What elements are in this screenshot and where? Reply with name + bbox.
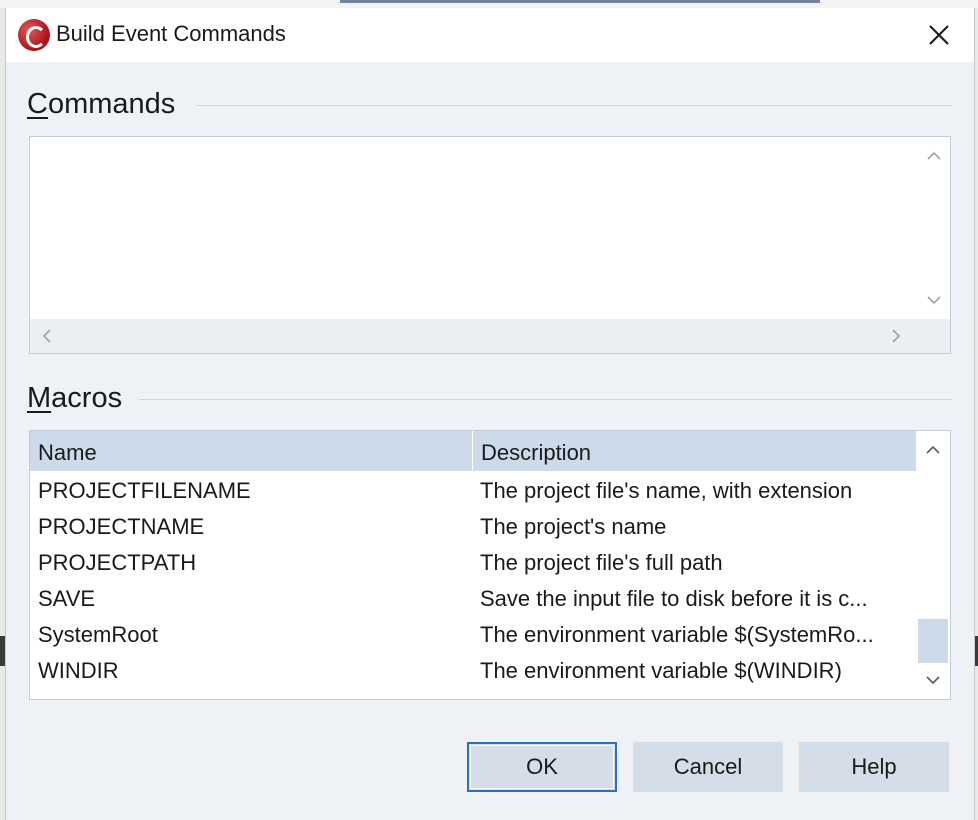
macro-name: SAVE [38,586,96,611]
scroll-down-arrow-icon[interactable] [924,671,942,689]
macro-name: PROJECTPATH [38,550,197,575]
window-title: Build Event Commands [56,21,286,46]
list-item[interactable]: SAVE Save the input file to disk before … [30,581,916,617]
list-item[interactable]: PROJECTFILENAME The project file's name,… [30,473,916,509]
background-window-strip [0,0,978,8]
macros-list[interactable]: Name Description PROJECTFILENAME The pro… [29,430,951,700]
list-item[interactable]: PROJECTNAME The project's name [30,509,916,545]
scroll-up-arrow-icon[interactable] [924,441,942,459]
close-button[interactable] [912,12,966,58]
macro-name: PROJECTNAME [38,514,205,539]
scroll-corner [917,319,950,353]
commands-horizontal-scrollbar[interactable] [30,319,917,353]
commands-separator [196,105,952,106]
macro-description: The project file's full path [480,550,723,575]
macros-list-header: Name Description [30,431,916,471]
macro-name: PROJECTFILENAME [38,478,251,503]
macro-description: The project's name [480,514,667,539]
macro-description: The environment variable $(WINDIR) [480,658,842,683]
help-button[interactable]: Help [799,742,949,792]
macro-name: WINDIR [38,658,119,683]
list-item[interactable]: PROJECTPATH The project file's full path [30,545,916,581]
scrollbar-thumb[interactable] [918,619,948,663]
macros-separator [139,399,952,400]
macro-description: The project file's name, with extension [480,478,853,503]
list-item[interactable]: SystemRoot The environment variable $(Sy… [30,617,916,653]
cancel-button[interactable]: Cancel [633,742,783,792]
scroll-right-arrow-icon[interactable] [887,327,905,345]
commands-section-label: Commands [27,88,176,120]
close-icon [929,25,949,45]
macros-section-label: Macros [27,382,123,414]
title-bar: Build Event Commands [6,8,974,62]
macros-vertical-scrollbar[interactable] [916,431,950,699]
macro-description: Save the input file to disk before it is… [480,586,868,611]
scroll-left-arrow-icon[interactable] [38,327,56,345]
macro-name: SystemRoot [38,622,158,647]
commands-vertical-scrollbar[interactable] [917,137,950,319]
macro-description: The environment variable $(SystemRo... [480,622,874,647]
build-event-commands-dialog: Build Event Commands Commands Macros Nam… [5,8,975,820]
commands-textarea[interactable] [29,136,951,354]
column-header-name[interactable]: Name [30,431,472,471]
column-header-description[interactable]: Description [473,431,916,471]
list-item[interactable]: WINDIR The environment variable $(WINDIR… [30,653,916,689]
ok-button[interactable]: OK [467,742,617,792]
app-logo-icon [18,19,50,51]
scroll-up-arrow-icon[interactable] [925,147,943,165]
scroll-down-arrow-icon[interactable] [925,291,943,309]
